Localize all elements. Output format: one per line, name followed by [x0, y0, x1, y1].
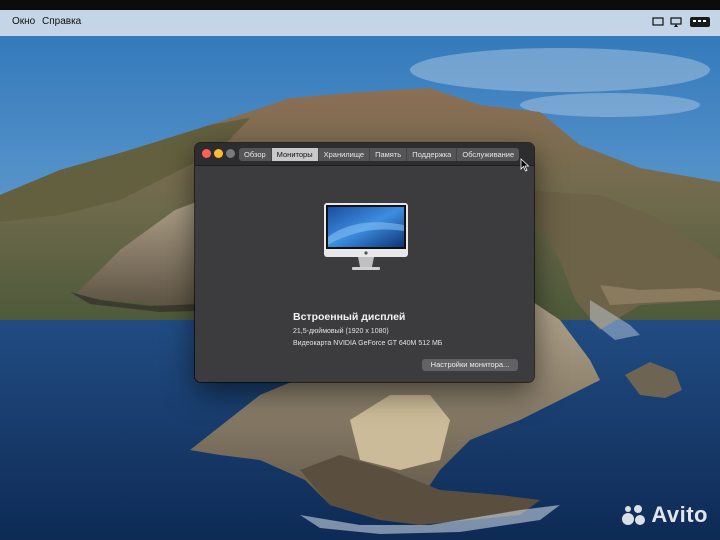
- minimize-button[interactable]: [214, 149, 223, 158]
- tab-overview[interactable]: Обзор: [239, 148, 272, 161]
- tab-memory[interactable]: Память: [370, 148, 408, 161]
- menu-item-window[interactable]: Окно: [12, 16, 35, 27]
- avito-logo-icon: [622, 505, 646, 525]
- zoom-button[interactable]: [226, 149, 235, 158]
- menu-bar: Окно Справка: [0, 10, 720, 36]
- about-this-mac-window: Обзор Мониторы Хранилище Память Поддержк…: [195, 143, 534, 382]
- tab-displays[interactable]: Мониторы: [271, 148, 319, 161]
- tab-support[interactable]: Поддержка: [407, 148, 458, 161]
- screen-bezel: [0, 0, 720, 10]
- graphics-card: Видеокарта NVIDIA GeForce GT 640M 512 МБ: [293, 340, 443, 347]
- window-content: Встроенный дисплей 21,5-дюймовый (1920 x…: [195, 166, 534, 382]
- close-button[interactable]: [202, 149, 211, 158]
- tab-bar: Обзор Мониторы Хранилище Память Поддержк…: [239, 148, 520, 161]
- display-resolution: 21,5-дюймовый (1920 x 1080): [293, 328, 389, 335]
- display-icon[interactable]: [652, 16, 664, 28]
- tab-service[interactable]: Обслуживание: [457, 148, 519, 161]
- screen-mirroring-icon[interactable]: [670, 16, 682, 28]
- menu-item-help[interactable]: Справка: [42, 16, 81, 27]
- keyboard-layout-icon[interactable]: [690, 16, 710, 28]
- imac-icon: [324, 203, 408, 270]
- display-name: Встроенный дисплей: [293, 311, 406, 323]
- tab-storage[interactable]: Хранилище: [319, 148, 371, 161]
- avito-watermark: Avito: [621, 502, 708, 528]
- display-preferences-button[interactable]: Настройки монитора...: [422, 359, 518, 371]
- mouse-cursor-icon: [520, 158, 530, 172]
- watermark-text: Avito: [651, 502, 708, 527]
- window-titlebar[interactable]: Обзор Мониторы Хранилище Память Поддержк…: [195, 143, 534, 166]
